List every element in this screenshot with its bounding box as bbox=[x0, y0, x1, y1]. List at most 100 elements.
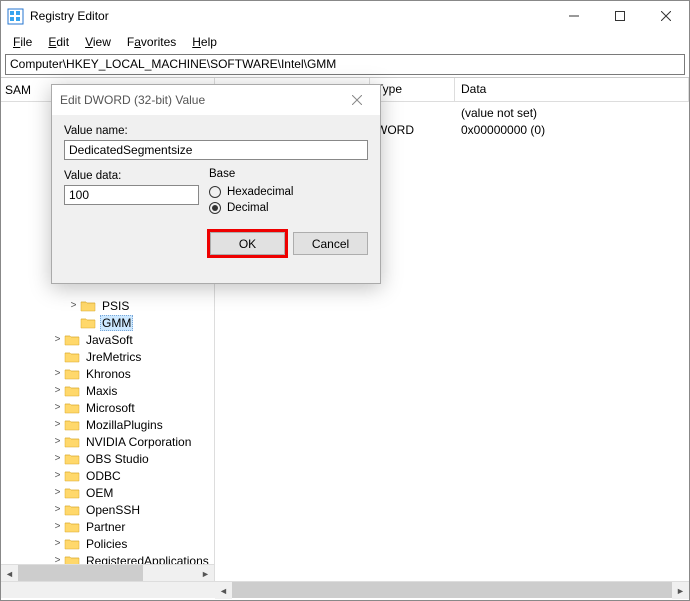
folder-icon bbox=[64, 537, 80, 551]
radio-dec-label: Decimal bbox=[227, 202, 269, 214]
tree-item[interactable]: > MozillaPlugins bbox=[1, 416, 214, 433]
tree-item-label: MozillaPlugins bbox=[84, 418, 165, 432]
status-left bbox=[1, 581, 215, 598]
menu-edit[interactable]: Edit bbox=[40, 33, 77, 51]
tree-item[interactable]: > Policies bbox=[1, 535, 214, 552]
scroll-thumb[interactable] bbox=[18, 565, 143, 581]
folder-icon bbox=[80, 316, 96, 330]
chevron-icon[interactable]: > bbox=[51, 436, 64, 447]
radio-hexadecimal[interactable]: Hexadecimal bbox=[209, 184, 368, 200]
tree-item[interactable]: >Khronos bbox=[1, 365, 214, 382]
tree-item[interactable]: >ODBC bbox=[1, 467, 214, 484]
tree-item[interactable]: > Partner bbox=[1, 518, 214, 535]
value-data-input[interactable] bbox=[64, 185, 199, 205]
tree-item[interactable]: >Microsoft bbox=[1, 399, 214, 416]
tree-item-label: JavaSoft bbox=[84, 333, 135, 347]
scroll-track[interactable] bbox=[232, 582, 672, 598]
bottom-scrollbars: ◄ ► bbox=[1, 581, 689, 600]
chevron-icon[interactable]: > bbox=[51, 368, 64, 379]
menu-file[interactable]: File bbox=[5, 33, 40, 51]
menu-favorites[interactable]: Favorites bbox=[119, 33, 184, 51]
value-name-label: Value name: bbox=[64, 125, 368, 137]
folder-icon bbox=[64, 401, 80, 415]
tree-item-label: JreMetrics bbox=[84, 350, 143, 364]
menubar: File Edit View Favorites Help bbox=[1, 31, 689, 52]
value-data-label: Value data: bbox=[64, 170, 209, 182]
folder-icon bbox=[64, 367, 80, 381]
chevron-icon[interactable]: > bbox=[51, 555, 64, 564]
folder-icon bbox=[64, 520, 80, 534]
tree-item-label: PSIS bbox=[100, 299, 131, 313]
chevron-icon[interactable]: > bbox=[51, 487, 64, 498]
chevron-icon[interactable]: > bbox=[51, 504, 64, 515]
edit-value-dialog: Edit DWORD (32-bit) Value Value name: Va… bbox=[51, 84, 381, 284]
tree-item-label: NVIDIA Corporation bbox=[84, 435, 193, 449]
chevron-icon[interactable]: > bbox=[51, 453, 64, 464]
folder-icon bbox=[80, 299, 96, 313]
folder-icon bbox=[64, 486, 80, 500]
chevron-icon[interactable]: > bbox=[51, 402, 64, 413]
col-data[interactable]: Data bbox=[455, 78, 689, 101]
tree-item[interactable]: > OEM bbox=[1, 484, 214, 501]
scroll-right-button[interactable]: ► bbox=[197, 565, 214, 581]
ok-button[interactable]: OK bbox=[210, 232, 285, 255]
col-type[interactable]: Type bbox=[370, 78, 455, 101]
tree-item[interactable]: > Maxis bbox=[1, 382, 214, 399]
tree-item-label: OEM bbox=[84, 486, 115, 500]
menu-help[interactable]: Help bbox=[184, 33, 225, 51]
tree-item[interactable]: > OBS Studio bbox=[1, 450, 214, 467]
cell-data: (value not set) bbox=[455, 106, 689, 120]
tree-item-label: Policies bbox=[84, 537, 129, 551]
value-name-input[interactable] bbox=[64, 140, 368, 160]
list-hscroll[interactable]: ◄ ► bbox=[215, 581, 689, 598]
dialog-buttons: OK Cancel bbox=[52, 224, 380, 263]
tree-hscroll[interactable]: ◄ ► bbox=[1, 564, 214, 581]
chevron-icon[interactable]: > bbox=[51, 470, 64, 481]
scroll-left-button[interactable]: ◄ bbox=[215, 582, 232, 599]
tree-item[interactable]: >RegisteredApplications bbox=[1, 552, 214, 564]
cell-type: WORD bbox=[370, 123, 455, 137]
chevron-icon[interactable]: > bbox=[51, 385, 64, 396]
cell-data: 0x00000000 (0) bbox=[455, 123, 689, 137]
chevron-icon[interactable]: > bbox=[67, 300, 80, 311]
chevron-icon[interactable]: > bbox=[51, 334, 64, 345]
radio-icon bbox=[209, 202, 221, 214]
app-icon bbox=[7, 8, 24, 25]
dialog-close-button[interactable] bbox=[342, 85, 372, 115]
folder-icon bbox=[64, 435, 80, 449]
tree-item-label: Partner bbox=[84, 520, 127, 534]
scroll-right-button[interactable]: ► bbox=[672, 582, 689, 599]
scroll-thumb[interactable] bbox=[232, 582, 672, 598]
tree-item[interactable]: > PSIS bbox=[1, 297, 214, 314]
tree-item[interactable]: >JreMetrics bbox=[1, 348, 214, 365]
scroll-left-button[interactable]: ◄ bbox=[1, 565, 18, 581]
radio-hex-label: Hexadecimal bbox=[227, 186, 293, 198]
dialog-title: Edit DWORD (32-bit) Value bbox=[60, 93, 342, 107]
radio-icon bbox=[209, 186, 221, 198]
tree-item-label: OpenSSH bbox=[84, 503, 142, 517]
tree-item[interactable]: > OpenSSH bbox=[1, 501, 214, 518]
cancel-button[interactable]: Cancel bbox=[293, 232, 368, 255]
tree-item[interactable]: >GMM bbox=[1, 314, 214, 331]
chevron-icon[interactable]: > bbox=[51, 538, 64, 549]
radio-decimal[interactable]: Decimal bbox=[209, 200, 368, 216]
chevron-icon[interactable]: > bbox=[51, 521, 64, 532]
dialog-titlebar[interactable]: Edit DWORD (32-bit) Value bbox=[52, 85, 380, 115]
tree-item[interactable]: > NVIDIA Corporation bbox=[1, 433, 214, 450]
window-controls bbox=[551, 1, 689, 31]
maximize-button[interactable] bbox=[597, 1, 643, 31]
dialog-body: Value name: Value data: Base Hexadecimal… bbox=[52, 115, 380, 224]
address-bar[interactable]: Computer\HKEY_LOCAL_MACHINE\SOFTWARE\Int… bbox=[5, 54, 685, 75]
close-button[interactable] bbox=[643, 1, 689, 31]
base-label: Base bbox=[209, 168, 368, 180]
titlebar: Registry Editor bbox=[1, 1, 689, 31]
tree-item-label: Maxis bbox=[84, 384, 119, 398]
menu-view[interactable]: View bbox=[77, 33, 119, 51]
chevron-icon[interactable]: > bbox=[51, 419, 64, 430]
minimize-button[interactable] bbox=[551, 1, 597, 31]
tree-item[interactable]: > JavaSoft bbox=[1, 331, 214, 348]
scroll-track[interactable] bbox=[18, 565, 197, 581]
folder-icon bbox=[64, 554, 80, 565]
tree-item-label: OBS Studio bbox=[84, 452, 151, 466]
folder-icon bbox=[64, 418, 80, 432]
